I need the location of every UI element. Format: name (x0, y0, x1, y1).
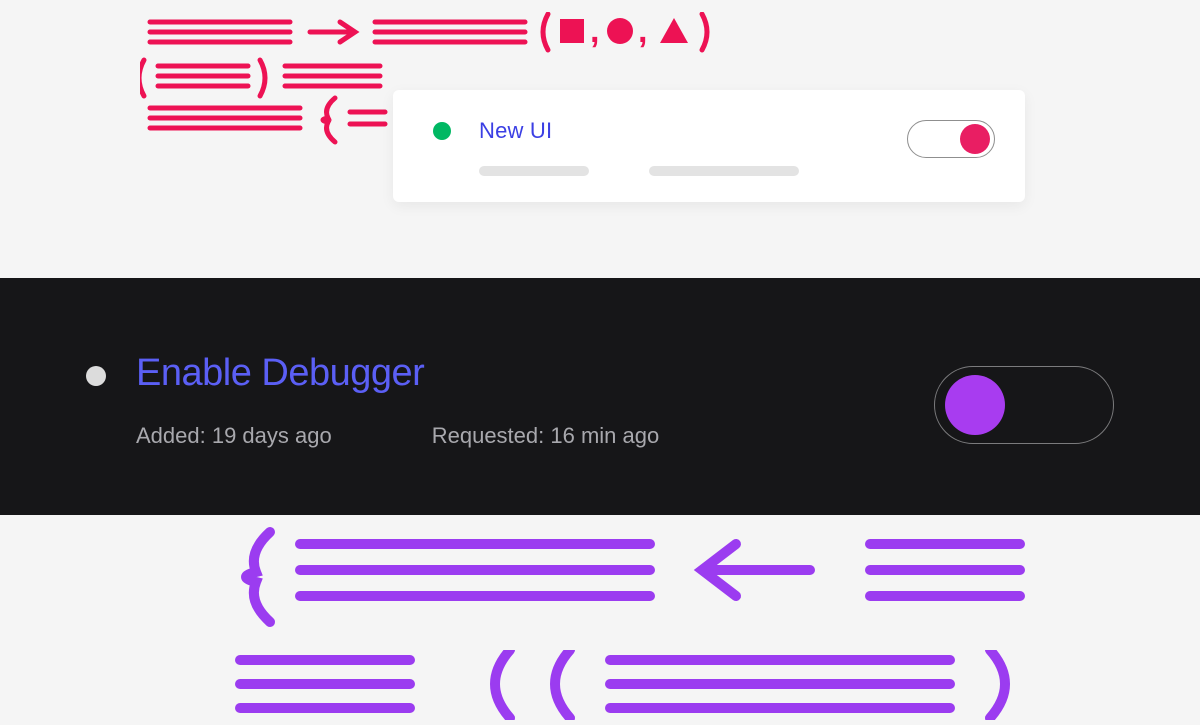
placeholder-text (649, 166, 799, 176)
feature-card-enable-debugger: Enable Debugger Added: 19 days ago Reque… (0, 278, 1200, 515)
added-label: Added: 19 days ago (136, 423, 332, 449)
feature-card-new-ui: New UI (393, 90, 1025, 202)
feature-title: New UI (479, 118, 907, 144)
card-content: Enable Debugger Added: 19 days ago Reque… (136, 352, 934, 449)
toggle-knob-icon (945, 375, 1005, 435)
toggle-knob-icon (960, 124, 990, 154)
card-content: New UI (479, 118, 907, 176)
status-dot-icon (433, 122, 451, 140)
feature-meta: Added: 19 days ago Requested: 16 min ago (136, 423, 934, 449)
status-dot-icon (86, 366, 106, 386)
svg-text:,: , (590, 12, 599, 50)
decorative-code-bottom-2 (230, 650, 1040, 720)
feature-toggle[interactable] (934, 366, 1114, 444)
feature-title: Enable Debugger (136, 352, 934, 395)
placeholder-text (479, 166, 589, 176)
requested-label: Requested: 16 min ago (432, 423, 660, 449)
feature-meta (479, 166, 907, 176)
svg-text:,: , (638, 12, 647, 50)
feature-toggle[interactable] (907, 120, 995, 158)
